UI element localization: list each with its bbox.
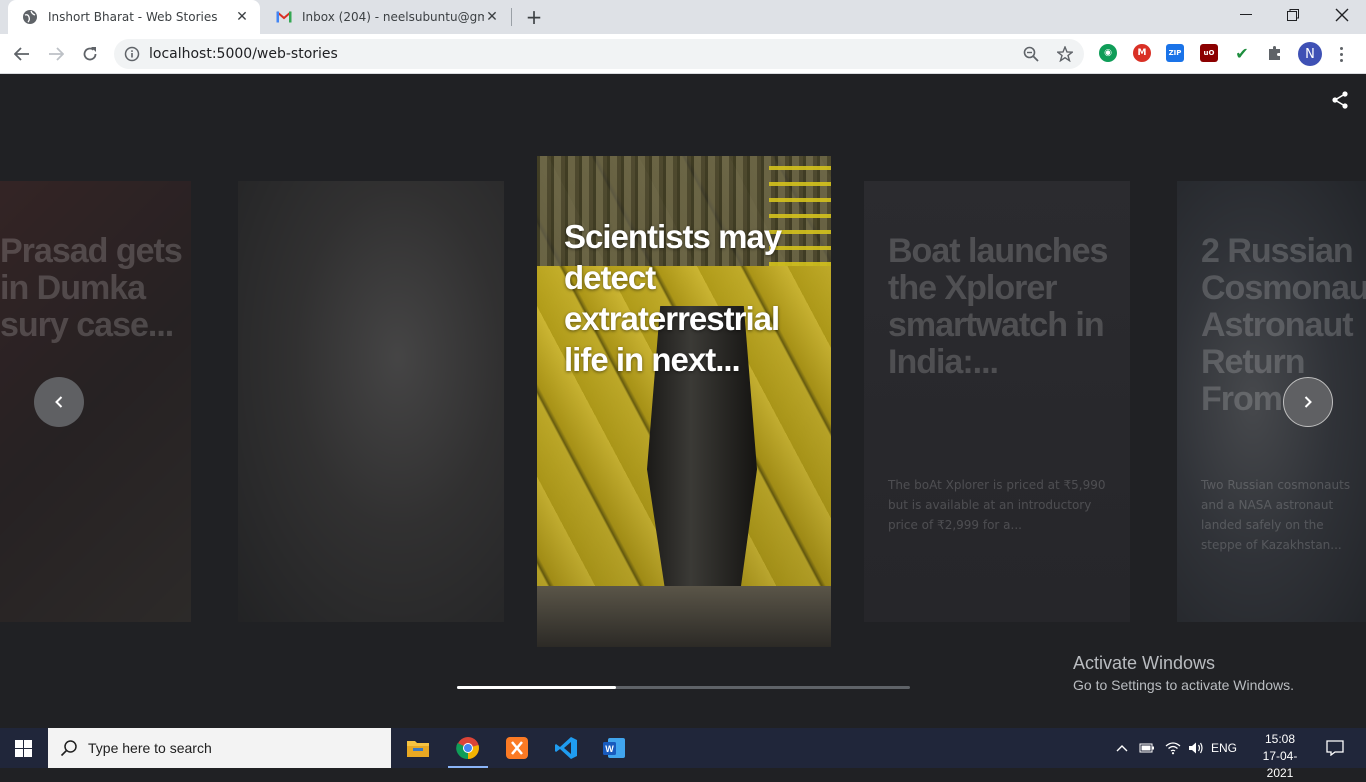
vscode-icon[interactable]	[542, 728, 590, 768]
chrome-icon[interactable]	[444, 728, 492, 768]
search-placeholder: Type here to search	[88, 740, 212, 756]
extensions-puzzle-icon[interactable]	[1266, 44, 1284, 62]
forward-button[interactable]	[42, 40, 70, 68]
activate-windows-watermark: Activate Windows Go to Settings to activ…	[1073, 652, 1294, 696]
watermark-title: Activate Windows	[1073, 653, 1216, 673]
tab-title: Inbox (204) - neelsubuntu@gmail.com	[302, 10, 484, 24]
card-overlay	[238, 181, 504, 622]
tab-strip: Inshort Bharat - Web Stories ✕ Inbox (20…	[0, 0, 1366, 34]
story-headline: Boat launches the Xplorer smartwatch in …	[888, 232, 1108, 381]
wifi-icon[interactable]	[1162, 728, 1184, 768]
story-card-prev-far[interactable]: Prasad gets in Dumka sury case...	[0, 181, 191, 622]
restore-button[interactable]	[1269, 0, 1317, 30]
story-card-next-far[interactable]: 2 Russian Cosmonauts, Astronaut Return F…	[1177, 181, 1366, 622]
language-indicator[interactable]: ENG	[1208, 728, 1240, 768]
clock-time: 15:08	[1264, 732, 1296, 746]
extension-ublock-icon[interactable]: uO	[1200, 44, 1218, 62]
tab-title: Inshort Bharat - Web Stories	[48, 10, 218, 24]
show-hidden-icons-chevron-icon[interactable]	[1113, 728, 1131, 768]
story-headline: 2 Russian Cosmonauts, Astronaut Return F…	[1201, 232, 1366, 418]
xampp-icon[interactable]	[493, 728, 541, 768]
close-window-button[interactable]	[1318, 0, 1366, 30]
chevron-left-icon	[55, 396, 63, 408]
story-progress-bar	[457, 686, 910, 689]
web-stories-page: Prasad gets in Dumka sury case... Scient…	[0, 74, 1366, 728]
story-card-current[interactable]: Scientists may detect extraterrestrial l…	[537, 156, 831, 647]
profile-avatar[interactable]: N	[1298, 42, 1322, 66]
address-bar[interactable]: localhost:5000/web-stories	[114, 39, 1084, 69]
search-icon	[60, 739, 78, 757]
close-tab-icon[interactable]: ✕	[234, 9, 250, 25]
windows-taskbar: Type here to search W ENG 15:08 17-04-20…	[0, 728, 1366, 780]
site-info-icon[interactable]	[124, 46, 140, 62]
close-tab-icon[interactable]: ✕	[484, 9, 500, 25]
extension-check-icon[interactable]: ✔	[1233, 44, 1251, 63]
tab-web-stories[interactable]: Inshort Bharat - Web Stories ✕	[8, 0, 260, 34]
gmail-icon	[276, 9, 292, 25]
minimize-button[interactable]	[1222, 0, 1270, 30]
story-headline: Prasad gets in Dumka sury case...	[0, 232, 183, 344]
story-description: The boAt Xplorer is priced at ₹5,990 but…	[888, 478, 1106, 532]
tab-separator	[511, 8, 512, 26]
watermark-subtitle: Go to Settings to activate Windows.	[1073, 677, 1294, 693]
bookmark-star-icon[interactable]	[1055, 45, 1075, 63]
new-tab-button[interactable]: +	[522, 5, 546, 29]
back-button[interactable]	[8, 40, 36, 68]
chevron-right-icon	[1304, 396, 1312, 408]
story-card-prev[interactable]	[238, 181, 504, 622]
story-image-base	[537, 586, 831, 647]
previous-story-button[interactable]	[34, 377, 84, 427]
file-explorer-icon[interactable]	[394, 728, 442, 768]
svg-text:W: W	[605, 744, 614, 754]
share-icon[interactable]	[1330, 90, 1350, 110]
next-story-button[interactable]	[1283, 377, 1333, 427]
taskbar-search[interactable]: Type here to search	[48, 728, 391, 768]
story-headline: Scientists may detect extraterrestrial l…	[564, 218, 782, 378]
reload-button[interactable]	[76, 40, 104, 68]
taskbar-clock[interactable]: 15:08 17-04-2021	[1255, 731, 1305, 782]
browser-menu-icon[interactable]	[1336, 42, 1346, 66]
windows-start-icon[interactable]	[15, 740, 32, 757]
extension-mail-icon[interactable]: M	[1133, 44, 1151, 62]
url-text: localhost:5000/web-stories	[149, 46, 338, 62]
extension-alien-icon[interactable]: ◉	[1099, 44, 1117, 62]
story-description: Two Russian cosmonauts and a NASA astron…	[1201, 478, 1351, 552]
zoom-icon[interactable]	[1023, 46, 1039, 62]
notifications-icon[interactable]	[1320, 728, 1350, 768]
volume-icon[interactable]	[1185, 728, 1207, 768]
tab-gmail-inbox[interactable]: Inbox (204) - neelsubuntu@gmail.com ✕	[262, 0, 510, 34]
browser-toolbar: localhost:5000/web-stories	[0, 34, 1366, 74]
extension-zip-icon[interactable]: ZIP	[1166, 44, 1184, 62]
globe-icon	[22, 9, 38, 25]
story-progress-fill	[457, 686, 616, 689]
battery-icon[interactable]	[1137, 728, 1157, 768]
clock-date: 17-04-2021	[1262, 749, 1298, 780]
word-icon[interactable]: W	[590, 728, 638, 768]
story-card-next[interactable]: Boat launches the Xplorer smartwatch in …	[864, 181, 1130, 622]
